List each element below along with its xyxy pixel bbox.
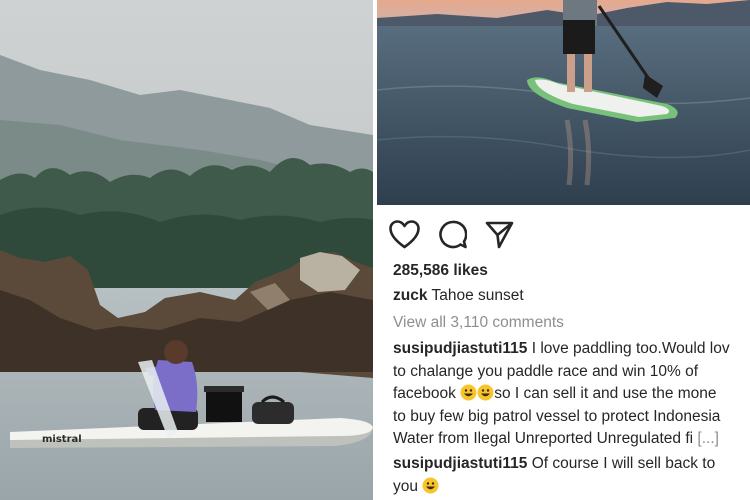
post-photo-tahoe-paddleboard[interactable] (377, 0, 750, 205)
instagram-post: 285,586 likes zuck Tahoe sunset View all… (377, 0, 750, 500)
grinning-face-emoji (422, 477, 439, 494)
comment-item: susipudjiastuti115 Of course I will sell… (393, 453, 748, 498)
caption-author[interactable]: zuck (393, 287, 427, 304)
grinning-face-emoji (477, 384, 494, 401)
left-photo-paddleboarder: mistral (0, 0, 373, 500)
comment-username[interactable]: susipudjiastuti115 (393, 340, 527, 357)
comment-line: susipudjiastuti115 Of course I will sell… (393, 455, 716, 472)
comment-item: susipudjiastuti115 I love paddling too.W… (393, 338, 748, 451)
likes-count[interactable]: 285,586 likes (393, 262, 488, 280)
post-photo-scene (377, 0, 750, 205)
comment-line: Water from Ilegal Unreported Unregulated… (393, 430, 719, 447)
comment-line: to chalange you paddle race and win 10% … (393, 362, 699, 380)
heart-icon[interactable] (389, 219, 420, 249)
caption-text: Tahoe sunset (431, 287, 524, 304)
post-caption: zuck Tahoe sunset (393, 287, 524, 305)
board-brand-label: mistral (42, 434, 82, 445)
view-all-comments-link[interactable]: View all 3,110 comments (393, 314, 564, 332)
comment-line: you (393, 476, 748, 499)
post-actions-bar (389, 218, 514, 250)
grinning-face-emoji (460, 384, 477, 401)
comment-line: to buy few big patrol vessel to protect … (393, 407, 721, 425)
comment-line: susipudjiastuti115 I love paddling too.W… (393, 340, 730, 357)
send-paper-plane-icon[interactable] (485, 220, 514, 249)
comment-username[interactable]: susipudjiastuti115 (393, 455, 527, 472)
comment-line: facebook so I can sell it and use the mo… (393, 384, 717, 402)
comment-more-link[interactable]: [...] (697, 430, 719, 447)
left-photo-scene: mistral (0, 0, 373, 500)
comment-bubble-icon[interactable] (438, 220, 467, 249)
